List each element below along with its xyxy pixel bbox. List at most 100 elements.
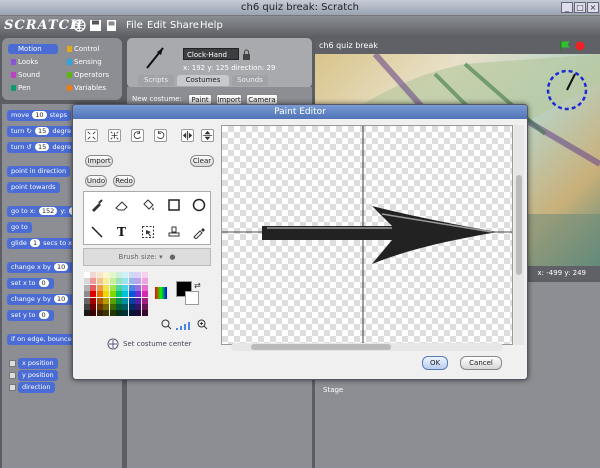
color-swatch[interactable] [103,297,110,304]
color-swatch[interactable] [103,272,110,278]
canvas-vertical-scrollbar[interactable] [514,125,524,345]
shrink-icon[interactable] [108,129,121,142]
color-swatch[interactable] [122,297,129,304]
block-x-position[interactable]: x position [18,358,58,369]
redo-button[interactable]: Redo [113,175,135,187]
color-swatch[interactable] [141,310,148,317]
paint-canvas[interactable] [221,125,513,345]
color-swatch[interactable] [128,272,135,278]
color-swatch[interactable] [122,284,129,291]
save-icon[interactable] [89,19,102,32]
block-set-y[interactable]: set y to 0 [7,310,54,321]
checkbox-y-position[interactable] [9,372,16,379]
color-swatch[interactable] [128,278,135,285]
green-flag-icon[interactable] [560,41,571,51]
color-swatch[interactable] [103,310,110,317]
color-swatch[interactable] [115,291,122,298]
color-swatch[interactable] [103,303,110,310]
color-swatch[interactable] [135,310,142,317]
color-swatch[interactable] [96,284,103,291]
brush-tool[interactable] [84,192,109,218]
minimize-button[interactable]: _ [561,2,573,13]
color-swatch[interactable] [135,291,142,298]
horizontal-scroll-thumb[interactable] [251,344,391,350]
color-swatch[interactable] [135,297,142,304]
block-set-x[interactable]: set x to 0 [7,278,54,289]
globe-icon[interactable] [73,19,86,32]
color-swatch[interactable] [109,284,116,291]
set-costume-center-label[interactable]: Set costume center [123,340,192,348]
color-swatch[interactable] [141,303,148,310]
block-change-y[interactable]: change y by 10 [7,294,74,305]
tab-costumes[interactable]: Costumes [177,75,229,86]
rectangle-tool[interactable] [161,192,186,218]
color-swatch[interactable] [103,291,110,298]
color-swatch[interactable] [84,284,90,291]
block-y-position[interactable]: y position [18,370,58,381]
text-tool[interactable]: T [109,219,134,245]
set-center-icon[interactable] [107,338,119,350]
color-swatch[interactable] [122,310,129,317]
color-swatch[interactable] [141,272,148,278]
color-swatch[interactable] [96,272,103,278]
share-icon[interactable] [105,19,118,32]
color-swatch[interactable] [109,272,116,278]
color-swatch[interactable] [96,291,103,298]
color-swatch[interactable] [115,303,122,310]
color-swatch[interactable] [115,297,122,304]
ok-button[interactable]: OK [422,356,448,370]
close-window-button[interactable]: × [587,2,599,13]
checkbox-x-position[interactable] [9,360,16,367]
block-turn-right[interactable]: turn ↻ 15 degre [7,126,76,137]
stage-thumbnail-label[interactable]: Stage [323,386,343,394]
color-swatch[interactable] [96,297,103,304]
rotate-left-icon[interactable] [131,129,144,142]
line-tool[interactable] [84,219,109,245]
color-swatch[interactable] [84,291,90,298]
category-looks[interactable]: Looks [8,57,58,67]
block-glide[interactable]: glide 1 secs to x: [7,238,79,249]
color-swatch[interactable] [128,291,135,298]
lock-icon[interactable] [242,49,251,60]
color-swatch[interactable] [122,303,129,310]
block-bounce[interactable]: if on edge, bounce [7,334,76,345]
category-control[interactable]: Control [64,44,114,54]
color-swatch[interactable] [115,284,122,291]
color-swatch[interactable] [141,278,148,285]
color-swatch[interactable] [141,291,148,298]
block-go-to[interactable]: go to [7,222,32,233]
color-swatch[interactable] [84,310,90,317]
color-swatch[interactable] [90,310,97,317]
vertical-scroll-thumb[interactable] [516,175,522,275]
block-move[interactable]: move 10 steps [7,110,72,121]
color-swatch[interactable] [135,272,142,278]
secondary-color[interactable] [185,291,199,305]
flip-horizontal-icon[interactable] [181,129,194,142]
rotate-right-icon[interactable] [154,129,167,142]
block-direction[interactable]: direction [18,382,55,393]
fill-tool[interactable] [135,192,160,218]
color-swatch[interactable] [128,303,135,310]
color-swatch[interactable] [115,272,122,278]
color-swatch[interactable] [84,272,90,278]
color-swatch[interactable] [103,284,110,291]
color-swatch[interactable] [96,303,103,310]
block-turn-left[interactable]: turn ↺ 15 degre [7,142,76,153]
color-swatch[interactable] [141,297,148,304]
stamp-tool[interactable] [161,219,186,245]
eraser-tool[interactable] [109,192,134,218]
color-swatch[interactable] [90,278,97,285]
checkbox-direction[interactable] [9,384,16,391]
menu-file[interactable]: File [126,20,143,31]
ellipse-tool[interactable] [186,192,211,218]
color-swatch[interactable] [109,303,116,310]
color-swatch[interactable] [128,284,135,291]
select-tool[interactable] [135,219,160,245]
import-image-button[interactable]: Import [85,155,113,167]
color-swatch[interactable] [115,310,122,317]
gradient-picker-icon[interactable] [155,287,167,299]
color-swatch[interactable] [96,310,103,317]
category-motion[interactable]: Motion [8,44,58,54]
canvas-horizontal-scrollbar[interactable] [231,343,503,351]
zoom-controls[interactable] [161,319,211,331]
